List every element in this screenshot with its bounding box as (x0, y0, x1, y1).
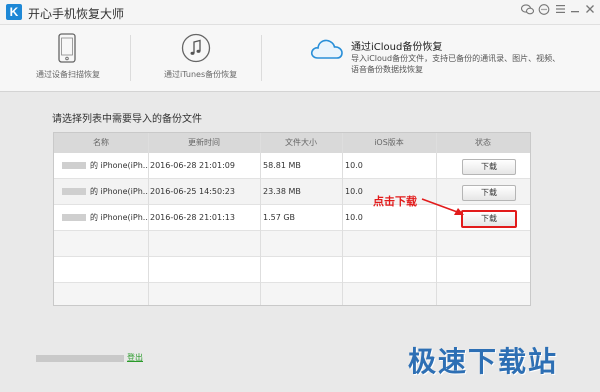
nav-itunes[interactable]: 通过iTunes备份恢复 (131, 25, 261, 91)
download-button-highlighted[interactable]: 下载 (461, 210, 517, 228)
app-title: 开心手机恢复大师 (28, 7, 125, 21)
download-button[interactable]: 下载 (462, 159, 516, 175)
empty-row (54, 283, 530, 305)
wechat-icon[interactable] (520, 4, 534, 18)
redacted-name (62, 188, 86, 195)
redacted-name (62, 162, 86, 169)
cell-size: 23.38 MB (263, 187, 301, 196)
minimize-icon[interactable] (568, 4, 582, 17)
download-button[interactable]: 下载 (462, 185, 516, 201)
chat-icon[interactable] (537, 4, 551, 18)
nav-icloud-title: 通过iCloud备份恢复 (351, 42, 443, 53)
mode-nav: 通过设备扫描恢复 通过iTunes备份恢复 通过iCloud备份恢复 导入iCl… (0, 25, 600, 92)
logout-link[interactable]: 登出 (127, 352, 143, 363)
close-icon[interactable] (583, 4, 597, 17)
col-header-ios: iOS版本 (374, 138, 404, 147)
cell-time: 2016-06-28 21:01:09 (150, 161, 235, 170)
col-header-name: 名称 (93, 138, 109, 147)
itunes-music-icon (181, 33, 211, 63)
annotation-text: 点击下载 (373, 195, 417, 208)
nav-icloud[interactable]: 通过iCloud备份恢复 导入iCloud备份文件，支持已备份的通讯录、图片、视… (262, 25, 600, 91)
watermark: 极速下载站 (408, 345, 559, 378)
cloud-icon (310, 39, 343, 59)
nav-scan-device[interactable]: 通过设备扫描恢复 (0, 25, 130, 91)
cell-name: 的 iPhone(iPh... (90, 187, 148, 196)
col-divider (260, 133, 261, 305)
cell-time: 2016-06-28 21:01:13 (150, 213, 235, 222)
table-header: 名称 更新时间 文件大小 iOS版本 状态 (54, 133, 530, 153)
cell-size: 1.57 GB (263, 213, 296, 222)
empty-row (54, 231, 530, 257)
nav-scan-device-label: 通过设备扫描恢复 (36, 70, 100, 79)
col-divider (148, 133, 149, 305)
nav-icloud-desc: 导入iCloud备份文件，支持已备份的通讯录、图片、视频、语音备份数据找恢复 (351, 54, 561, 74)
nav-itunes-label: 通过iTunes备份恢复 (164, 70, 238, 79)
cell-name: 的 iPhone(iPh... (90, 161, 148, 170)
cell-ios: 10.0 (345, 187, 363, 196)
cell-name: 的 iPhone(iPh... (90, 213, 148, 222)
redacted-name (62, 214, 86, 221)
annotation-arrow-icon (421, 198, 464, 215)
col-divider (342, 133, 343, 305)
table-row[interactable]: 的 iPhone(iPh... 2016-06-28 21:01:09 58.8… (54, 153, 530, 179)
cell-ios: 10.0 (345, 213, 363, 222)
col-header-size: 文件大小 (285, 138, 317, 147)
menu-icon[interactable] (553, 4, 567, 17)
col-header-time: 更新时间 (188, 138, 220, 147)
cell-size: 58.81 MB (263, 161, 301, 170)
title-bar: K 开心手机恢复大师 (0, 0, 600, 25)
instruction-text: 请选择列表中需要导入的备份文件 (52, 114, 202, 125)
empty-row (54, 257, 530, 283)
cell-ios: 10.0 (345, 161, 363, 170)
redacted-account (36, 355, 124, 362)
cell-time: 2016-06-25 14:50:23 (150, 187, 235, 196)
phone-icon (58, 33, 76, 63)
app-logo: K (6, 4, 22, 20)
col-header-status: 状态 (475, 138, 491, 147)
